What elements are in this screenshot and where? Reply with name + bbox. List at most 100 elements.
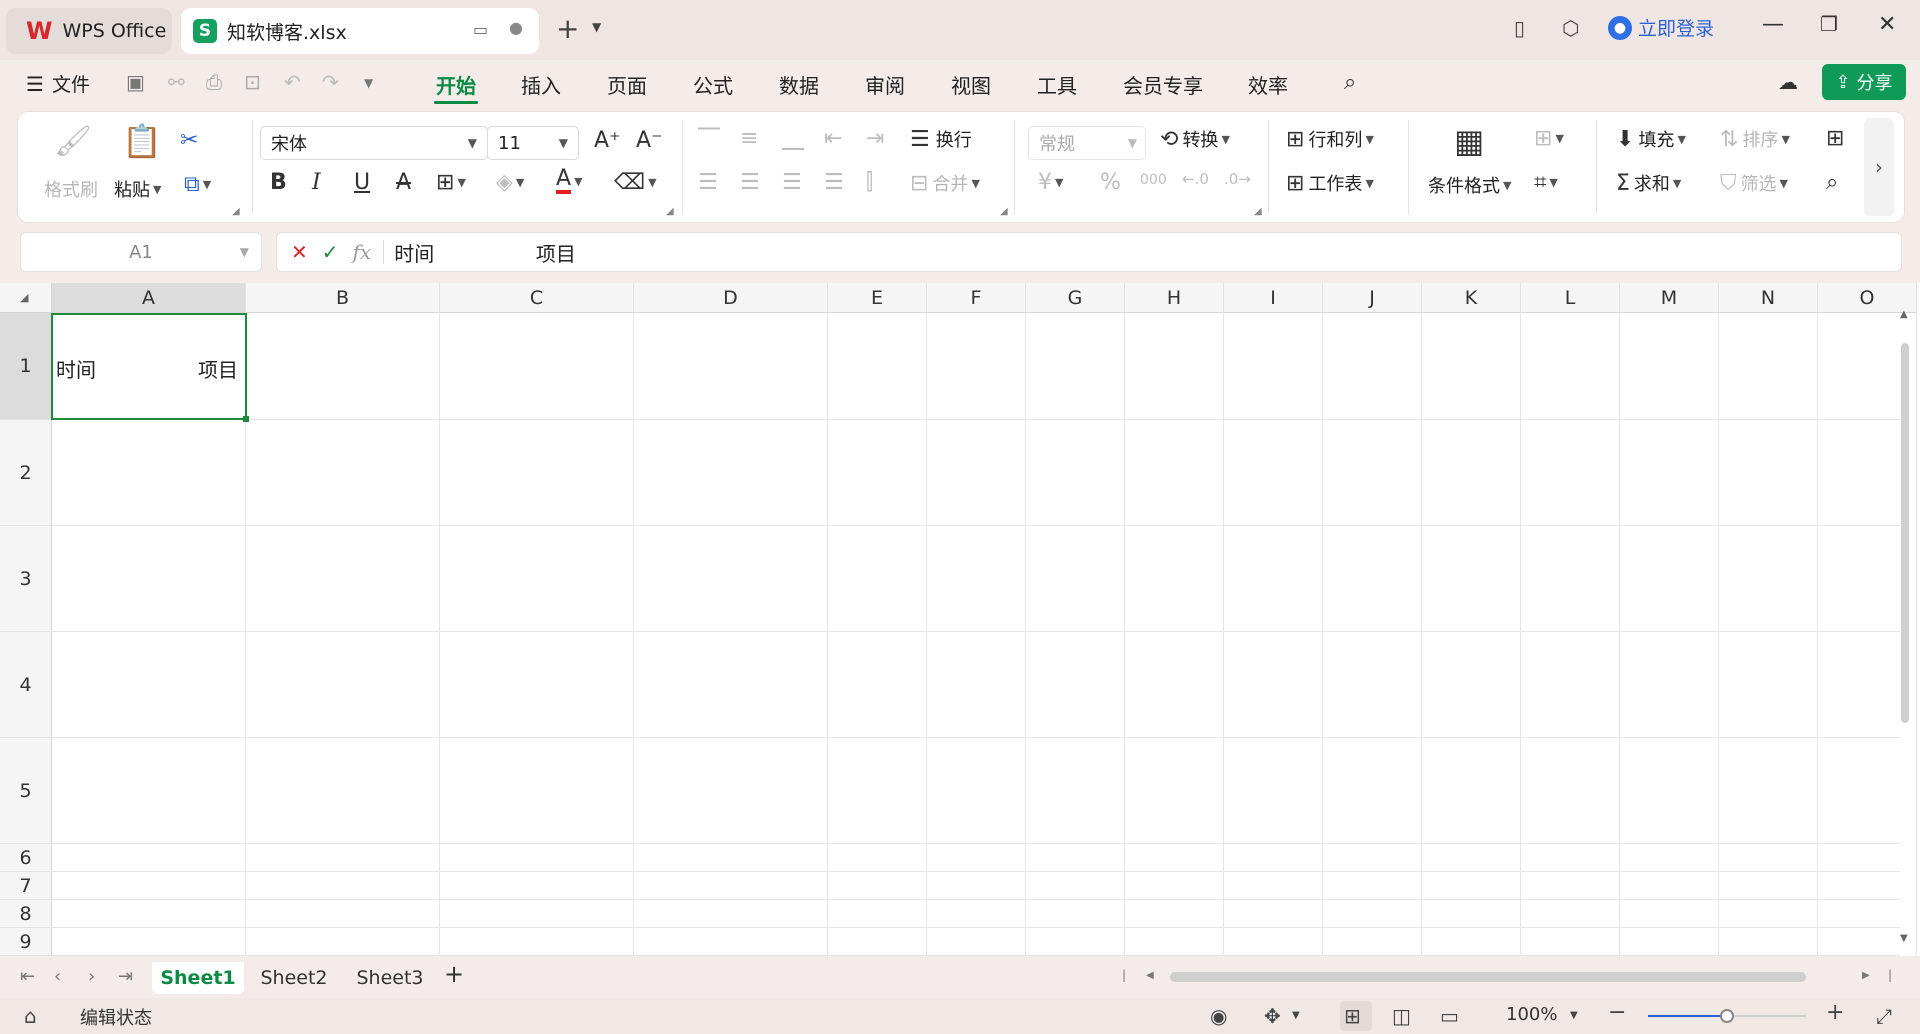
file-menu[interactable]: ☰ 文件 — [26, 70, 90, 97]
cancel-icon[interactable]: ✕ — [291, 240, 308, 264]
print-preview-icon[interactable]: ⊡ — [244, 70, 261, 94]
wrap-text-button[interactable]: ☰ 换行 — [910, 126, 972, 152]
link-icon[interactable]: ⚯ — [168, 70, 185, 94]
distribute-icon[interactable]: ⫿ — [866, 170, 873, 195]
restore-icon[interactable]: ❐ — [1820, 12, 1838, 36]
eye-protection-icon[interactable]: ◉ — [1210, 1004, 1227, 1028]
chevron-down-icon[interactable]: ▼ — [1292, 1010, 1300, 1021]
hscroll-separator-icon[interactable]: | — [1122, 968, 1126, 982]
cut-icon[interactable]: ✂ — [180, 128, 198, 153]
group-expand-icon[interactable]: ◢ — [1254, 206, 1262, 217]
font-color-button[interactable]: A ▼ — [556, 168, 583, 194]
freeze-button[interactable]: ⌗ ▼ — [1534, 170, 1558, 195]
align-left-icon[interactable]: ☰ — [698, 170, 718, 195]
horizontal-scroll-thumb[interactable] — [1170, 972, 1806, 982]
zoom-slider-track[interactable] — [1648, 1009, 1806, 1023]
column-header-l[interactable]: L — [1521, 283, 1620, 313]
undo-icon[interactable]: ↶ — [284, 70, 301, 94]
first-sheet-icon[interactable]: ⇤ — [20, 966, 35, 987]
tab-member[interactable]: 会员专享 — [1123, 70, 1203, 99]
format-painter-button[interactable]: 格式刷 — [44, 176, 98, 202]
scroll-right-icon[interactable]: ▶ — [1862, 970, 1870, 981]
column-header-g[interactable]: G — [1026, 283, 1125, 313]
clear-button[interactable]: ⌫ ▼ — [614, 170, 657, 195]
thousands-icon[interactable]: 000 — [1140, 172, 1167, 188]
filter-button[interactable]: ⛉ 筛选 ▼ — [1720, 170, 1788, 196]
worksheet-button[interactable]: ⊞ 工作表 ▼ — [1286, 170, 1374, 196]
sheet-tab-2[interactable]: Sheet2 — [248, 962, 340, 994]
add-sheet-icon[interactable]: + — [444, 960, 464, 988]
paste-button[interactable]: 粘贴 ▼ — [114, 176, 161, 202]
align-bottom-icon[interactable]: ⎽ — [782, 126, 804, 151]
redo-icon[interactable]: ↷ — [322, 70, 339, 94]
percent-icon[interactable]: % — [1100, 170, 1121, 195]
bold-icon[interactable]: B — [270, 170, 287, 195]
quick-access-more-icon[interactable]: ▼ — [364, 76, 373, 90]
new-tab-plus-icon[interactable]: + — [556, 12, 579, 45]
row-header-4[interactable]: 4 — [0, 632, 52, 738]
tab-page[interactable]: 页面 — [607, 70, 647, 99]
vertical-scroll-thumb[interactable] — [1901, 343, 1909, 723]
normal-view-icon[interactable]: ⊞ — [1344, 1004, 1361, 1028]
tab-formula[interactable]: 公式 — [693, 70, 733, 99]
prev-sheet-icon[interactable]: ‹ — [54, 966, 61, 987]
increase-decimal-icon[interactable]: ←.0 — [1182, 170, 1209, 188]
last-sheet-icon[interactable]: ⇥ — [118, 966, 133, 987]
fill-color-button[interactable]: ◈ ▼ — [496, 170, 524, 195]
macro-icon[interactable]: ⌂ — [24, 1004, 37, 1028]
border-button[interactable]: ⊞ ▼ — [436, 170, 466, 195]
row-header-1[interactable]: 1 — [0, 313, 52, 420]
minimize-icon[interactable]: — — [1762, 12, 1784, 37]
next-sheet-icon[interactable]: › — [88, 966, 95, 987]
scroll-down-icon[interactable]: ▼ — [1900, 933, 1908, 944]
vertical-scrollbar[interactable]: ▲ ▼ — [1900, 309, 1910, 944]
copy-button[interactable]: ⧉ ▼ — [184, 172, 211, 197]
column-header-n[interactable]: N — [1719, 283, 1818, 313]
font-name-select[interactable]: 宋体 ▼ — [260, 126, 488, 160]
column-header-i[interactable]: I — [1224, 283, 1323, 313]
column-header-f[interactable]: F — [927, 283, 1026, 313]
strikethrough-icon[interactable]: A — [396, 170, 411, 195]
spreadsheet-grid[interactable]: ◢ ABCDEFGHIJKLMNO 123456789 时间 项目 ▲ ▼ — [0, 283, 1920, 956]
sheet-tab-3[interactable]: Sheet3 — [344, 962, 436, 994]
login-button[interactable]: ● 立即登录 — [1608, 14, 1714, 41]
decrease-indent-icon[interactable]: ⇤ — [824, 126, 842, 151]
column-header-c[interactable]: C — [440, 283, 634, 313]
fill-button[interactable]: ⬇ 填充 ▼ — [1616, 126, 1686, 152]
align-center-icon[interactable]: ☰ — [740, 170, 760, 195]
ribbon-scroll-right-icon[interactable]: › — [1864, 118, 1894, 216]
tab-data[interactable]: 数据 — [779, 70, 819, 99]
column-header-m[interactable]: M — [1620, 283, 1719, 313]
page-layout-icon[interactable]: ◫ — [1392, 1004, 1411, 1028]
select-all-corner[interactable]: ◢ — [0, 283, 52, 313]
increase-indent-icon[interactable]: ⇥ — [866, 126, 884, 151]
tab-review[interactable]: 审阅 — [865, 70, 905, 99]
tab-list-chevron-icon[interactable]: ▼ — [592, 20, 601, 34]
chevron-down-icon[interactable]: ▼ — [1570, 1010, 1578, 1021]
convert-button[interactable]: ⟲ 转换 ▼ — [1160, 126, 1230, 152]
group-expand-icon[interactable]: ◢ — [1000, 206, 1008, 217]
row-header-7[interactable]: 7 — [0, 872, 52, 900]
row-header-8[interactable]: 8 — [0, 900, 52, 928]
sheet-tab-1[interactable]: Sheet1 — [152, 962, 244, 994]
scroll-up-icon[interactable]: ▲ — [1900, 309, 1908, 320]
row-header-2[interactable]: 2 — [0, 420, 52, 526]
table-icon[interactable]: ⊞ — [1826, 126, 1844, 151]
column-header-k[interactable]: K — [1422, 283, 1521, 313]
formula-bar[interactable]: ✕ ✓ fx 时间 项目 — [276, 232, 1902, 272]
underline-icon[interactable]: U — [354, 170, 370, 195]
share-button[interactable]: ⇪ 分享 — [1822, 64, 1906, 100]
cube-icon[interactable]: ⬡ — [1562, 16, 1579, 40]
row-header-3[interactable]: 3 — [0, 526, 52, 632]
italic-icon[interactable]: I — [312, 170, 321, 195]
zoom-level[interactable]: 100% — [1506, 1004, 1557, 1025]
tab-tools[interactable]: 工具 — [1037, 70, 1077, 99]
cell-style-button[interactable]: ⊞ ▼ — [1534, 126, 1564, 151]
merge-button[interactable]: ⊟ 合并 ▼ — [910, 170, 980, 196]
zoom-out-icon[interactable]: − — [1608, 1000, 1626, 1025]
tab-document[interactable]: S 知软博客.xlsx ▭ ● — [181, 8, 539, 54]
sort-button[interactable]: ⇅ 排序 ▼ — [1720, 126, 1790, 152]
zoom-slider-knob[interactable] — [1720, 1009, 1734, 1023]
row-header-6[interactable]: 6 — [0, 844, 52, 872]
find-icon[interactable]: ⌕ — [1826, 170, 1838, 195]
